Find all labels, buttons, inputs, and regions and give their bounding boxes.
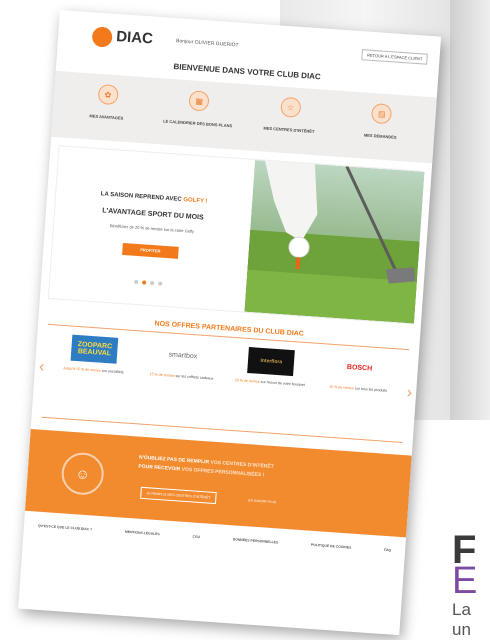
partner-offer-highlight: 20 % de remise — [234, 378, 260, 384]
footer-link[interactable]: MENTIONS LÉGALES — [125, 530, 160, 536]
partner-offer: 15 % de remise sur les coffrets cadeaux — [145, 372, 217, 382]
logo[interactable]: DIAC — [116, 28, 154, 48]
partner-logo: BOSCH — [346, 363, 373, 373]
gift-icon: ✿ — [97, 83, 119, 106]
fill-interests-button[interactable]: JE REMPLIS MES CENTRES D'INTÉRÊT — [140, 486, 217, 505]
partner-offer-highlight: Jusqu'à 15 % de remise — [62, 366, 102, 373]
partner-offer-highlight: 15 % de remise — [149, 372, 175, 378]
star-icon: ☆ — [279, 96, 302, 118]
partner-logo: Interflora — [247, 347, 296, 377]
hero-headline-prefix: LA SAISON REPREND AVEC — [100, 191, 182, 203]
nav-item-advantages[interactable]: ✿ MES AVANTAGES — [65, 78, 149, 137]
partner-card[interactable]: ZOOPARC BEAUVAL Jusqu'à 15 % de remise s… — [54, 334, 131, 419]
hero-headline-highlight: GOLFY ! — [183, 197, 208, 205]
banner-line-2-prefix: POUR RECEVOIR — [138, 463, 181, 473]
carousel-dot[interactable] — [134, 279, 139, 285]
partner-logo: smartbox — [168, 350, 198, 360]
hero-headline: LA SAISON REPREND AVEC GOLFY ! — [56, 188, 252, 208]
carousel-dot[interactable] — [158, 281, 163, 286]
carousel-dot-active[interactable] — [142, 280, 147, 285]
partner-offer-highlight: 15 % de remise — [328, 384, 355, 391]
footer-link[interactable]: POLITIQUE DE COOKIES — [311, 543, 352, 550]
golf-photo — [244, 159, 425, 324]
hero-banner: LA SAISON REPREND AVEC GOLFY ! L'AVANTAG… — [47, 145, 425, 325]
nav-label: LE CALENDRIER DES BONS PLANS — [163, 118, 233, 129]
side-body-line-1: La — [452, 600, 471, 619]
carousel-dots — [50, 274, 246, 292]
hero-text: LA SAISON REPREND AVEC GOLFY ! L'AVANTAG… — [49, 146, 255, 311]
partner-card[interactable]: BOSCH 15 % de remise sur tous les produi… — [319, 352, 396, 437]
partner-offer-detail: sur vos billets — [101, 368, 124, 375]
nav-item-interests[interactable]: ☆ MES CENTRES D'INTÉRÊT — [248, 91, 332, 150]
footer-link[interactable]: DONNÉES PERSONNELLES — [233, 537, 279, 544]
background-page-edge — [450, 0, 490, 420]
nav-label: MES CENTRES D'INTÉRÊT — [263, 125, 315, 135]
chevron-right-icon[interactable]: › — [406, 384, 413, 402]
nav-item-calendar[interactable]: ▦ LE CALENDRIER DES BONS PLANS — [157, 84, 241, 143]
partner-offer: Jusqu'à 15 % de remise sur vos billets — [57, 366, 129, 376]
client-space-button[interactable]: RETOUR A L'ESPACE CLIENT — [361, 49, 428, 65]
learn-more-link[interactable]: EN SAVOIR PLUS — [248, 498, 276, 504]
side-body-line-2: un — [452, 620, 471, 639]
welcome-text: Bonjour OLIVIER GUERIOT — [175, 38, 239, 49]
user-icon: ☺ — [60, 451, 106, 497]
nav-item-requests[interactable]: ▤ MES DEMANDES — [339, 97, 423, 156]
footer-link[interactable]: FAQ — [384, 548, 391, 552]
footer-link[interactable]: QU'EST-CE QUE LE CLUB DIAC ? — [38, 524, 92, 532]
side-subtitle: E — [452, 560, 478, 602]
golf-illustration — [244, 159, 425, 324]
partner-offer-detail: sur tous les produits — [354, 386, 388, 393]
partner-card[interactable]: Interflora 20 % de remise sur l'envoi de… — [231, 346, 308, 431]
calendar-icon: ▦ — [188, 90, 210, 112]
partner-offer-detail: sur les coffrets cadeaux — [175, 373, 214, 381]
footer-link[interactable]: CGU — [192, 535, 200, 540]
partner-offer: 20 % de remise sur l'envoi de votre bouq… — [234, 378, 306, 388]
nav-label: MES DEMANDES — [363, 132, 397, 140]
printed-page: DIAC Bonjour OLIVIER GUERIOT RETOUR A L'… — [18, 10, 442, 636]
document-icon: ▤ — [371, 103, 393, 125]
carousel-dot[interactable] — [150, 280, 155, 286]
partner-card[interactable]: smartbox 15 % de remise sur les coffrets… — [142, 340, 219, 425]
nav-label: MES AVANTAGES — [89, 113, 124, 121]
partners-carousel: ‹ ZOOPARC BEAUVAL Jusqu'à 15 % de remise… — [38, 333, 413, 437]
partner-logo: ZOOPARC BEAUVAL — [70, 334, 119, 364]
chevron-left-icon[interactable]: ‹ — [38, 358, 45, 376]
partner-offer-detail: sur l'envoi de votre bouquet — [260, 379, 305, 387]
logo-icon — [91, 26, 113, 48]
hero-cta-button[interactable]: PROFITER — [122, 242, 179, 259]
partner-offer: 15 % de remise sur tous les produits — [322, 384, 394, 394]
